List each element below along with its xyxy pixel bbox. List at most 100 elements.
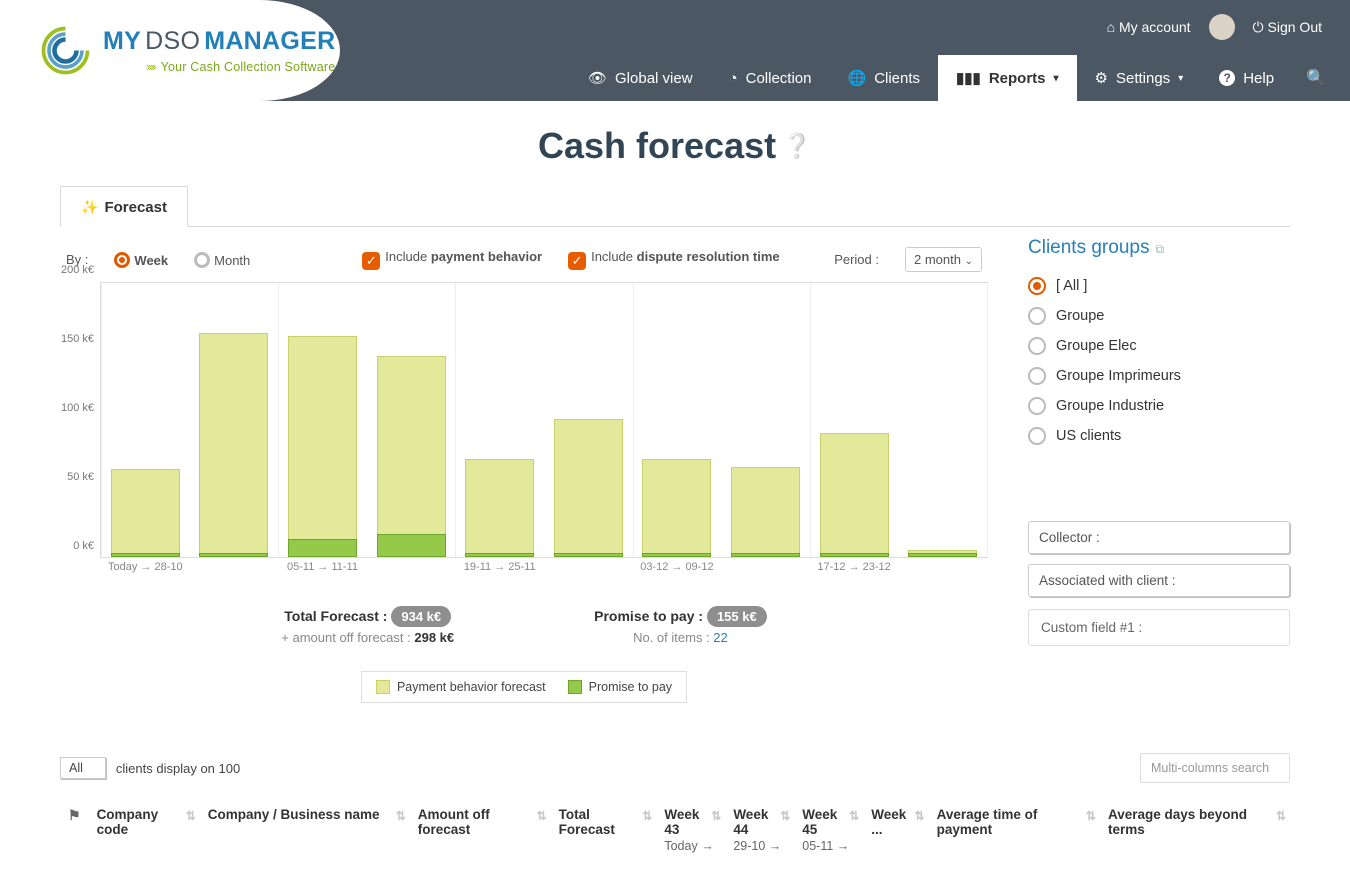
y-tick: 200 k€ xyxy=(61,264,94,276)
custom-field-1[interactable]: Custom field #1 : xyxy=(1028,609,1290,646)
th-amount-off[interactable]: Amount off forecast⇅ xyxy=(410,797,551,853)
clients-group-label: US clients xyxy=(1056,428,1121,444)
nav-global-view[interactable]: 👁Global view xyxy=(570,55,711,101)
x-tick: 17-12 → 23-12 xyxy=(817,561,890,573)
th-avg-time[interactable]: Average time of payment⇅ xyxy=(929,797,1100,853)
y-tick: 100 k€ xyxy=(61,402,94,414)
clients-group-item[interactable]: Groupe Elec xyxy=(1028,331,1290,361)
total-forecast-label: Total Forecast : xyxy=(284,608,387,624)
radio-icon xyxy=(1028,307,1046,325)
clients-group-label: Groupe xyxy=(1056,308,1104,324)
clients-display-label: clients display on 100 xyxy=(116,761,240,776)
clients-group-item[interactable]: [ All ] xyxy=(1028,271,1290,301)
promise-to-pay-value: 155 k€ xyxy=(707,606,767,627)
table-controls-row: All clients display on 100 Multi-columns… xyxy=(60,753,1290,783)
my-account-link[interactable]: ⌂ My account xyxy=(1107,19,1191,35)
sort-icon: ⇅ xyxy=(396,809,406,823)
items-value-link[interactable]: 22 xyxy=(713,630,727,645)
forecast-table: ⚑ Company code⇅ Company / Business name⇅… xyxy=(60,797,1290,853)
th-week-43[interactable]: Week 43Today →⇅ xyxy=(656,797,725,853)
nav-collection[interactable]: ◔Collection xyxy=(711,55,830,101)
logo[interactable]: MYDSOMANAGER ››››Your Cash Collection So… xyxy=(0,0,340,101)
search-icon: 🔍 xyxy=(1306,68,1326,88)
period-select[interactable]: 2 month ⌄ xyxy=(905,247,982,272)
tabbar: ✨Forecast xyxy=(60,185,1290,227)
cash-forecast-chart: 0 k€50 k€100 k€150 k€200 k€ Today → 28-1… xyxy=(100,282,988,572)
summary-row: Total Forecast : 934 k€ + amount off for… xyxy=(60,608,988,645)
gear-icon: ⚙ xyxy=(1095,69,1108,87)
sort-icon: ⇅ xyxy=(1276,809,1286,823)
multi-column-search[interactable]: Multi-columns search xyxy=(1140,753,1290,783)
checkbox-dispute-resolution[interactable]: ✓Include dispute resolution time xyxy=(568,249,780,270)
radio-icon xyxy=(1028,427,1046,445)
clients-group-item[interactable]: Groupe Imprimeurs xyxy=(1028,361,1290,391)
radio-icon xyxy=(1028,367,1046,385)
topbar: MYDSOMANAGER ››››Your Cash Collection So… xyxy=(0,0,1350,101)
sort-icon: ⇅ xyxy=(780,809,790,823)
period-label: Period : xyxy=(834,252,879,267)
clients-group-label: [ All ] xyxy=(1056,278,1087,294)
caret-down-icon: ▾ xyxy=(1178,73,1183,84)
clients-group-label: Groupe Imprimeurs xyxy=(1056,368,1181,384)
help-icon[interactable]: ❔ xyxy=(782,133,812,160)
legend-item-promise[interactable]: Promise to pay xyxy=(568,680,672,694)
external-link-icon[interactable]: ⧉ xyxy=(1155,242,1164,256)
radio-month[interactable]: Month xyxy=(194,252,250,268)
nav-settings[interactable]: ⚙Settings▾ xyxy=(1077,55,1202,101)
wand-icon: ✨ xyxy=(81,199,98,215)
globe-icon: 🌐 xyxy=(848,69,867,87)
sort-icon: ⇅ xyxy=(642,809,652,823)
y-tick: 50 k€ xyxy=(67,471,94,483)
clients-count-select[interactable]: All xyxy=(60,757,106,779)
nav-search[interactable]: 🔍 xyxy=(1292,55,1340,101)
clients-group-item[interactable]: Groupe xyxy=(1028,301,1290,331)
caret-down-icon: ▾ xyxy=(1054,73,1059,84)
clients-groups-title: Clients groups⧉ xyxy=(1028,237,1290,259)
collector-select[interactable]: Collector : xyxy=(1028,521,1290,554)
promise-to-pay-label: Promise to pay : xyxy=(594,608,703,624)
check-icon: ✓ xyxy=(568,252,586,270)
legend-item-forecast[interactable]: Payment behavior forecast xyxy=(376,680,546,694)
avatar[interactable] xyxy=(1209,14,1235,40)
sort-icon: ⇅ xyxy=(711,809,721,823)
chart-legend: Payment behavior forecast Promise to pay xyxy=(361,671,687,703)
y-tick: 0 k€ xyxy=(73,540,94,552)
nav-help[interactable]: ?Help xyxy=(1201,55,1292,101)
y-tick: 150 k€ xyxy=(61,333,94,345)
flag-icon[interactable]: ⚑ xyxy=(68,807,81,823)
page-title: Cash forecast❔ xyxy=(60,125,1290,167)
x-tick: 19-11 → 25-11 xyxy=(464,561,536,573)
th-total-forecast[interactable]: Total Forecast⇅ xyxy=(551,797,657,853)
clients-group-item[interactable]: Groupe Industrie xyxy=(1028,391,1290,421)
th-company-code[interactable]: Company code⇅ xyxy=(89,797,200,853)
amount-off-value: 298 k€ xyxy=(414,630,454,645)
th-week-45[interactable]: Week 4505-11 →⇅ xyxy=(794,797,863,853)
clients-group-item[interactable]: US clients xyxy=(1028,421,1290,451)
x-tick: 03-12 → 09-12 xyxy=(640,561,713,573)
radio-week[interactable]: Week xyxy=(114,252,168,268)
main-nav: 👁Global view ◔Collection 🌐Clients ▮▮▮Rep… xyxy=(570,55,1340,101)
x-tick: 05-11 → 11-11 xyxy=(287,561,358,573)
items-label: No. of items : xyxy=(633,630,710,645)
checkbox-payment-behavior[interactable]: ✓Include payment behavior xyxy=(362,249,542,270)
eye-icon: 👁 xyxy=(588,69,607,87)
sort-icon: ⇅ xyxy=(849,809,859,823)
tab-forecast[interactable]: ✨Forecast xyxy=(60,186,188,227)
sign-out-link[interactable]: ⏻ Sign Out xyxy=(1253,19,1322,36)
clients-group-label: Groupe Elec xyxy=(1056,338,1137,354)
chevron-down-icon: ⌄ xyxy=(965,256,973,267)
x-tick: Today → 28-10 xyxy=(108,561,183,573)
th-company-name[interactable]: Company / Business name⇅ xyxy=(200,797,410,853)
sort-icon: ⇅ xyxy=(915,809,925,823)
sort-icon: ⇅ xyxy=(537,809,547,823)
th-week-44[interactable]: Week 4429-10 →⇅ xyxy=(725,797,794,853)
th-week-more[interactable]: Week ...⇅ xyxy=(863,797,928,853)
nav-clients[interactable]: 🌐Clients xyxy=(830,55,939,101)
total-forecast-value: 934 k€ xyxy=(391,606,451,627)
logo-swirl-icon xyxy=(38,23,93,78)
th-avg-days[interactable]: Average days beyond terms⇅ xyxy=(1100,797,1290,853)
sort-icon: ⇅ xyxy=(1086,809,1096,823)
associated-client-select[interactable]: Associated with client : xyxy=(1028,564,1290,597)
nav-reports[interactable]: ▮▮▮Reports▾ xyxy=(938,55,1076,101)
clock-icon: ◔ xyxy=(729,70,738,87)
